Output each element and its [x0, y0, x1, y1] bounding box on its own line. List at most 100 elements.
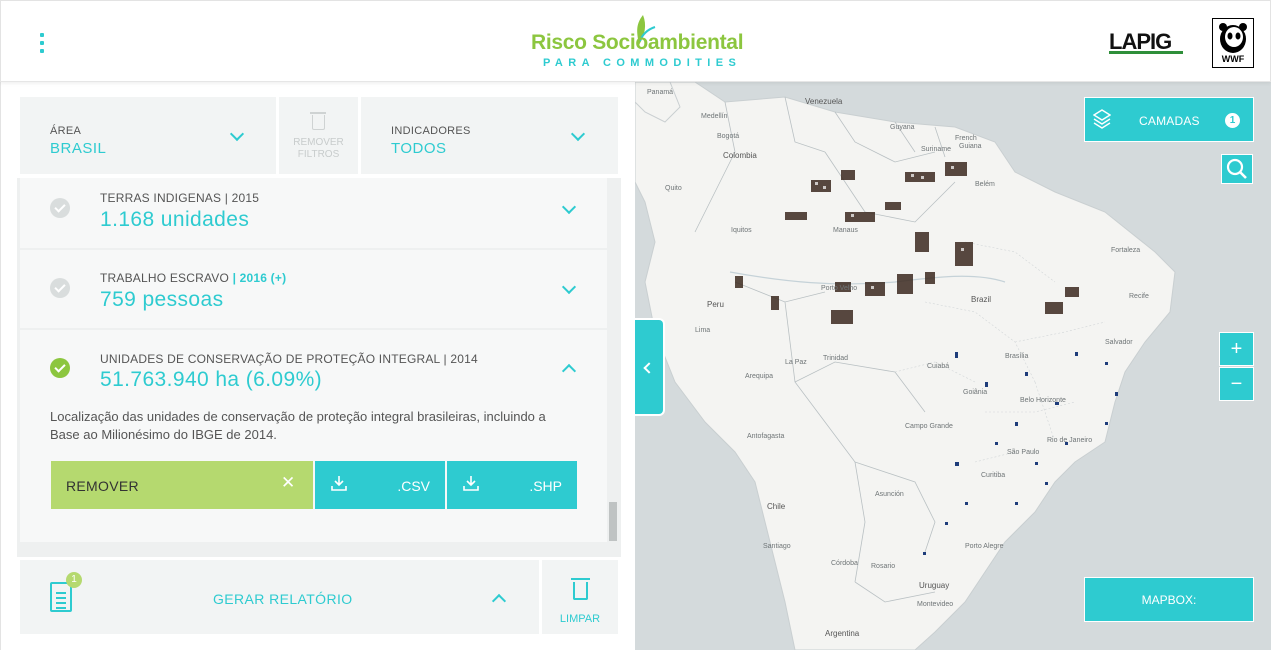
- map-label: Bogotá: [717, 133, 739, 140]
- indicator-item-terras-indigenas[interactable]: TERRAS INDIGENAS | 2015 1.168 unidades: [20, 178, 607, 248]
- layers-count-badge: 1: [1225, 113, 1240, 128]
- area-filter-label: ÁREA: [50, 125, 82, 137]
- layers-icon: [1093, 109, 1111, 129]
- zoom-out-button[interactable]: −: [1219, 367, 1254, 401]
- chevron-up-icon[interactable]: [561, 363, 577, 379]
- indicators-filter-label: INDICADORES: [391, 125, 471, 137]
- map-label: Fortaleza: [1111, 247, 1140, 254]
- chevron-down-icon[interactable]: [561, 199, 577, 215]
- chevron-down-icon[interactable]: [561, 279, 577, 295]
- panda-icon: [1219, 23, 1247, 53]
- zoom-in-button[interactable]: +: [1219, 332, 1254, 366]
- chevron-left-icon: [643, 362, 655, 374]
- map-label: Rio de Janeiro: [1047, 437, 1092, 444]
- close-icon: ✕: [281, 473, 296, 492]
- indicator-title-highlight[interactable]: | 2016 (+): [233, 271, 287, 285]
- indicator-value: 759 pessoas: [100, 288, 224, 311]
- map-label: Guyana: [890, 124, 915, 131]
- map-label: Arequipa: [745, 373, 773, 380]
- download-icon: [463, 476, 479, 491]
- indicator-title: TRABALHO ESCRAVO: [100, 271, 230, 285]
- map-label: Curitiba: [981, 472, 1005, 479]
- map-label: Quito: [665, 185, 682, 192]
- indicator-value: 1.168 unidades: [100, 208, 250, 231]
- map-label: Recife: [1129, 293, 1149, 300]
- indicator-value: 51.763.940 ha (6.09%): [100, 368, 323, 391]
- map-label: Venezuela: [805, 97, 843, 106]
- logo-subtitle: PARA COMMODITIES: [543, 57, 742, 69]
- map-label: Porto Velho: [821, 285, 857, 292]
- map-label: Chile: [767, 502, 786, 511]
- map-label: Guiana: [959, 143, 982, 150]
- remove-filters-label-1: REMOVER: [293, 137, 344, 148]
- wwf-logo: WWF: [1212, 18, 1254, 68]
- remove-indicator-button[interactable]: REMOVER ✕: [51, 461, 313, 509]
- map-label: La Paz: [785, 359, 807, 366]
- map-label: Salvador: [1105, 339, 1133, 346]
- download-shp-button[interactable]: .SHP: [447, 461, 577, 509]
- map-label: Cuiabá: [927, 363, 949, 370]
- remove-indicator-label: REMOVER: [66, 478, 139, 494]
- map-label: Brazil: [971, 295, 991, 304]
- indicator-item-trabalho-escravo[interactable]: TRABALHO ESCRAVO | 2016 (+) 759 pessoas: [20, 250, 607, 328]
- map-label: Montevideo: [917, 601, 953, 608]
- layers-label: CAMADAS: [1139, 114, 1200, 128]
- area-filter-dropdown[interactable]: ÁREA BRASIL: [20, 97, 276, 174]
- map-label: Rosario: [871, 563, 895, 570]
- map-label: Antofagasta: [747, 433, 784, 440]
- map-label: Manaus: [833, 227, 858, 234]
- remove-filters-label-2: FILTROS: [297, 149, 340, 160]
- filter-bar: ÁREA BRASIL REMOVER FILTROS INDICADORES …: [20, 97, 618, 174]
- chevron-up-icon: [491, 593, 507, 609]
- report-count-badge: 1: [66, 572, 82, 588]
- indicators-filter-dropdown[interactable]: INDICADORES TODOS: [361, 97, 618, 174]
- csv-label: .CSV: [397, 478, 430, 494]
- list-bottom-divider: [17, 542, 621, 557]
- chevron-down-icon: [570, 126, 586, 142]
- check-icon[interactable]: [50, 358, 70, 378]
- trash-icon: [571, 578, 590, 600]
- south-america-map[interactable]: Panamá Venezuela Guyana Suriname French …: [635, 82, 1271, 650]
- download-icon: [331, 476, 347, 491]
- map-label: Belo Horizonte: [1020, 397, 1066, 404]
- generate-report-button[interactable]: 1 GERAR RELATÓRIO: [20, 560, 539, 634]
- scrollbar[interactable]: [609, 502, 617, 541]
- map-label: Goiânia: [963, 389, 987, 396]
- check-icon[interactable]: [50, 278, 70, 298]
- map-label: Medellín: [701, 113, 728, 120]
- map-view[interactable]: Panamá Venezuela Guyana Suriname French …: [635, 82, 1271, 650]
- remove-filters-button[interactable]: REMOVER FILTROS: [279, 97, 358, 174]
- map-label: Asunción: [875, 491, 904, 498]
- layers-button[interactable]: CAMADAS 1: [1084, 97, 1254, 142]
- indicators-panel: ÁREA BRASIL REMOVER FILTROS INDICADORES …: [0, 82, 635, 650]
- indicators-filter-value: TODOS: [391, 140, 447, 157]
- map-label: Suriname: [921, 146, 951, 153]
- map-label: Peru: [707, 300, 724, 309]
- generate-report-label: GERAR RELATÓRIO: [213, 591, 353, 607]
- map-label: Iquitos: [731, 227, 752, 234]
- indicator-description: Localização das unidades de conservação …: [50, 409, 546, 442]
- shp-label: .SHP: [529, 478, 562, 494]
- mapbox-basemap-button[interactable]: MAPBOX:: [1084, 577, 1254, 622]
- logo-title: Risco Socioambiental: [531, 31, 744, 54]
- map-label: Campo Grande: [905, 423, 953, 430]
- map-label: Córdoba: [831, 560, 858, 567]
- indicator-title: UNIDADES DE CONSERVAÇÃO DE PROTEÇÃO INTE…: [100, 352, 478, 366]
- check-icon[interactable]: [50, 198, 70, 218]
- wwf-logo-text: WWF: [1221, 54, 1245, 64]
- map-label: Colombia: [723, 151, 757, 160]
- area-filter-value: BRASIL: [50, 140, 107, 157]
- map-label: São Paulo: [1007, 449, 1039, 456]
- map-label: Belém: [975, 181, 995, 188]
- clear-label: LIMPAR: [559, 613, 601, 625]
- map-search-button[interactable]: [1221, 154, 1253, 184]
- chevron-down-icon: [229, 126, 245, 142]
- map-label: Panamá: [647, 89, 673, 96]
- download-csv-button[interactable]: .CSV: [315, 461, 445, 509]
- clear-button[interactable]: LIMPAR: [542, 560, 618, 634]
- map-label: Argentina: [825, 629, 860, 638]
- panel-toggle-button[interactable]: [635, 318, 665, 416]
- map-label: French: [955, 135, 977, 142]
- menu-dots-icon[interactable]: [31, 29, 53, 57]
- lapig-logo-underline: [1109, 51, 1183, 54]
